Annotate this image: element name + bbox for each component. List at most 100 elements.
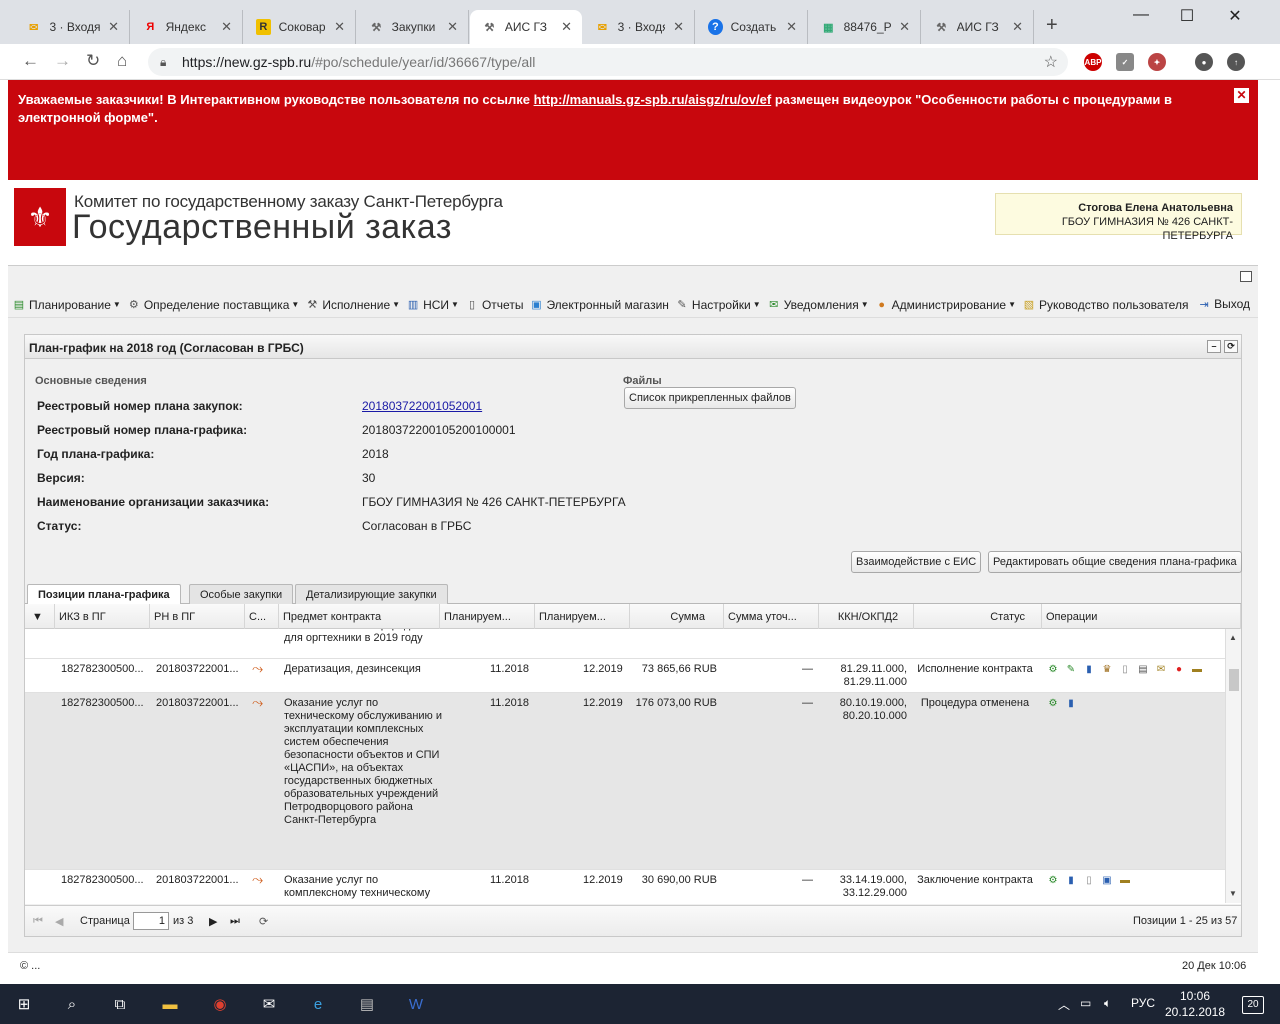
- browser-tab[interactable]: Я Яндекс ✕: [131, 10, 243, 44]
- volume-icon[interactable]: 🔈︎: [1104, 996, 1111, 1011]
- profile-icon[interactable]: ●: [1195, 53, 1213, 71]
- minimize-panel-button[interactable]: –: [1207, 340, 1221, 353]
- close-icon[interactable]: ✕: [1012, 19, 1023, 35]
- col-sum-clarified[interactable]: Сумма уточ...: [724, 604, 819, 629]
- edit-schedule-button[interactable]: Редактировать общие сведения плана-графи…: [988, 551, 1242, 573]
- menu-nsi[interactable]: ▥ НСИ ▼: [406, 298, 459, 312]
- mail-icon[interactable]: ✉: [257, 992, 281, 1016]
- document-icon[interactable]: ▯: [1081, 872, 1097, 888]
- extension-icon[interactable]: ✦: [1148, 53, 1166, 71]
- start-icon[interactable]: ⊞: [12, 992, 36, 1016]
- table-row[interactable]: 182782300500... 201803722001... ⤳ Оказан…: [25, 870, 1225, 903]
- first-page-icon[interactable]: ⏮: [33, 915, 43, 928]
- scroll-up-icon[interactable]: ▲: [1229, 633, 1237, 642]
- chevron-up-icon[interactable]: ︿: [1058, 996, 1070, 1013]
- folder-icon[interactable]: ▬: [158, 992, 182, 1016]
- search-icon[interactable]: ⌕: [60, 992, 84, 1016]
- close-icon[interactable]: ✕: [1234, 88, 1249, 103]
- col-sum[interactable]: Сумма: [630, 604, 724, 629]
- close-icon[interactable]: ✕: [786, 19, 797, 35]
- browser-tab[interactable]: ⚒ АИС ГЗ ✕: [922, 10, 1034, 44]
- task-view-icon[interactable]: ⧉: [108, 992, 132, 1016]
- table-row-selected[interactable]: 182782300500... 201803722001... ⤳ Оказан…: [25, 693, 1225, 870]
- filter-icon[interactable]: ▼: [25, 604, 55, 629]
- certificate-icon[interactable]: ✉: [1153, 661, 1169, 677]
- menu-reports[interactable]: ▯ Отчеты: [465, 298, 524, 312]
- ie-icon[interactable]: e: [306, 992, 330, 1016]
- close-window-button[interactable]: ✕: [1212, 6, 1258, 26]
- col-plan-end[interactable]: Планируем...: [535, 604, 630, 629]
- gear-icon[interactable]: ⚙: [1045, 695, 1061, 711]
- next-page-icon[interactable]: ▶: [209, 915, 217, 928]
- close-icon[interactable]: ✕: [221, 19, 232, 35]
- update-icon[interactable]: ↑: [1227, 53, 1245, 71]
- col-subject[interactable]: Предмет контракта: [279, 604, 440, 629]
- save-icon[interactable]: ▣: [1099, 872, 1115, 888]
- last-page-icon[interactable]: ⏭: [230, 915, 240, 928]
- page-input[interactable]: 1: [133, 912, 169, 930]
- browser-tab[interactable]: ? Создать ✕: [696, 10, 808, 44]
- menu-execution[interactable]: ⚒ Исполнение ▼: [305, 298, 400, 312]
- table-row[interactable]: 182782300500... 201803722001... ⤳ Дерати…: [25, 659, 1225, 693]
- address-bar[interactable]: 🔒︎ https://new.gz-spb.ru/#po/schedule/ye…: [148, 48, 1068, 76]
- gear-icon[interactable]: ⚙: [1045, 661, 1061, 677]
- reload-button[interactable]: ↻: [86, 51, 100, 71]
- files-list-button[interactable]: Список прикрепленных файлов: [624, 387, 796, 409]
- language-indicator[interactable]: РУС: [1131, 996, 1155, 1010]
- eis-interaction-button[interactable]: Взаимодействие с ЕИС: [851, 551, 982, 573]
- prev-page-icon[interactable]: ◀: [55, 915, 63, 928]
- chart-icon[interactable]: ▮: [1081, 661, 1097, 677]
- close-icon[interactable]: ✕: [561, 19, 572, 35]
- collapse-header-button[interactable]: [1240, 271, 1252, 282]
- browser-tab[interactable]: R Соковар ✕: [244, 10, 356, 44]
- bookmark-star-icon[interactable]: ☆: [1044, 52, 1058, 72]
- close-icon[interactable]: ✕: [673, 19, 684, 35]
- back-button[interactable]: ←: [22, 51, 39, 71]
- minimize-button[interactable]: —: [1118, 6, 1164, 24]
- refresh-panel-button[interactable]: ⟳: [1224, 340, 1238, 353]
- home-button[interactable]: ⌂: [117, 51, 127, 71]
- browser-tab[interactable]: ⚒ Закупки ✕: [357, 10, 469, 44]
- gear-icon[interactable]: ⚙: [1045, 872, 1061, 888]
- chrome-icon[interactable]: ◉: [208, 992, 232, 1016]
- browser-tab[interactable]: ▦ 88476_PI ✕: [809, 10, 921, 44]
- close-icon[interactable]: ✕: [334, 19, 345, 35]
- maximize-button[interactable]: ☐: [1164, 6, 1210, 26]
- table-row[interactable]: восстановление картриджей для оргтехники…: [25, 629, 1225, 659]
- tab-special[interactable]: Особые закупки: [189, 584, 294, 604]
- plan-number-link[interactable]: 201803722001052001: [362, 399, 482, 413]
- adblock-icon[interactable]: ABP: [1084, 53, 1102, 71]
- grid-scrollbar[interactable]: ▲ ▼: [1225, 629, 1241, 903]
- document-icon[interactable]: ▯: [1117, 661, 1133, 677]
- tab-positions[interactable]: Позиции плана-графика: [27, 584, 181, 605]
- menu-admin[interactable]: ● Администрирование ▼: [875, 298, 1016, 312]
- menu-planning[interactable]: ▤ Планирование ▼: [12, 298, 121, 312]
- col-kkn[interactable]: ККН/ОКПД2: [819, 604, 914, 629]
- printer-icon[interactable]: ▤: [355, 992, 379, 1016]
- eagle-icon[interactable]: ♛: [1099, 661, 1115, 677]
- scroll-icon[interactable]: ▬: [1117, 872, 1133, 888]
- menu-settings[interactable]: ✎ Настройки ▼: [675, 298, 760, 312]
- chart-icon[interactable]: ▮: [1063, 872, 1079, 888]
- refresh-icon[interactable]: ⟳: [259, 915, 268, 928]
- forward-button[interactable]: →: [54, 51, 71, 71]
- menu-manual[interactable]: ▧ Руководство пользователя: [1022, 298, 1189, 312]
- clock[interactable]: 10:06 20.12.2018: [1160, 988, 1230, 1020]
- menu-supplier[interactable]: ⚙ Определение поставщика ▼: [127, 298, 299, 312]
- stop-icon[interactable]: ●: [1171, 661, 1187, 677]
- col-plan-start[interactable]: Планируем...: [440, 604, 535, 629]
- scrollbar-thumb[interactable]: [1229, 669, 1239, 691]
- browser-tab-active[interactable]: ⚒ АИС ГЗ ✕: [470, 10, 582, 44]
- extension-icon[interactable]: ✓: [1116, 53, 1134, 71]
- col-s[interactable]: С...: [245, 604, 279, 629]
- chart-icon[interactable]: ▮: [1063, 695, 1079, 711]
- tab-detailed[interactable]: Детализирующие закупки: [295, 584, 448, 604]
- new-tab-button[interactable]: +: [1046, 14, 1058, 37]
- menu-eshop[interactable]: ▣ Электронный магазин: [529, 298, 669, 312]
- close-icon[interactable]: ✕: [108, 19, 119, 35]
- col-ikz[interactable]: ИКЗ в ПГ: [55, 604, 150, 629]
- exit-button[interactable]: ⇥ Выход: [1197, 297, 1250, 311]
- report-icon[interactable]: ▤: [1135, 661, 1151, 677]
- browser-tab[interactable]: ✉ 3 · Входя ✕: [583, 10, 695, 44]
- browser-tab[interactable]: ✉ 3 · Входя ✕: [14, 10, 130, 44]
